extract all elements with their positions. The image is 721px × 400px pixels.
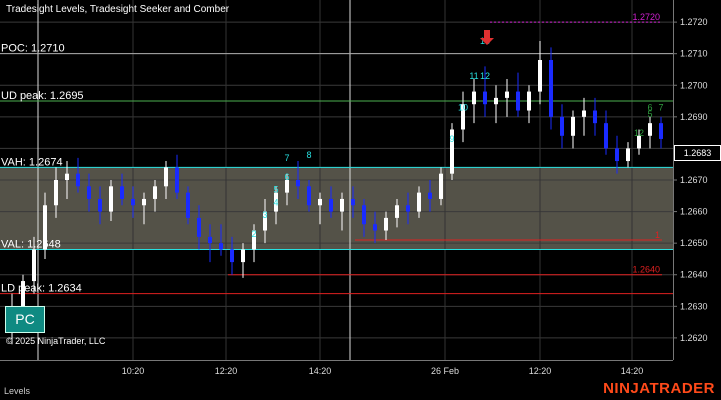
candle-body (538, 60, 542, 92)
count-label: 7 (284, 153, 289, 163)
count-label: 3 (262, 210, 267, 220)
candle-body (406, 205, 410, 212)
candle-body (153, 186, 157, 199)
price-axis[interactable] (673, 0, 721, 360)
candle-body (659, 123, 663, 139)
candle-body (307, 186, 311, 206)
candle-body (43, 205, 47, 250)
level-label: LD peak: 1.2634 (1, 283, 82, 295)
candle-body (219, 243, 223, 250)
time-tick-label: 10:20 (122, 366, 145, 376)
candle-body (329, 198, 333, 212)
count-label: 4 (273, 197, 278, 207)
candle-body (395, 205, 399, 218)
level-label: 1.2720 (632, 12, 660, 22)
candle-body (516, 91, 520, 111)
candle-body (582, 110, 586, 117)
count-label: 5 (273, 185, 278, 195)
time-tick-label: 14:20 (621, 366, 644, 376)
time-tick-label: 14:20 (309, 366, 332, 376)
candle-body (494, 97, 498, 105)
candle-body (417, 192, 421, 212)
copyright-text: © 2025 NinjaTrader, LLC (6, 336, 106, 346)
pc-button[interactable]: PC (5, 306, 45, 333)
candle-body (54, 180, 58, 206)
count-label: 9 (449, 134, 454, 144)
tab-levels[interactable]: Levels (4, 386, 30, 396)
candle-body (505, 91, 509, 98)
candle-body (549, 60, 553, 117)
candle-body (98, 198, 102, 212)
count-label: 12 (480, 71, 490, 81)
candle-body (186, 192, 190, 218)
time-axis[interactable] (0, 360, 673, 361)
candle-body (208, 236, 212, 244)
candle-body (428, 192, 432, 199)
candle-body (626, 148, 630, 162)
candle-body (362, 205, 366, 225)
ninjatrader-logo: NINJATRADER (603, 380, 715, 397)
candle-body (131, 198, 135, 206)
count-label: 12 (634, 128, 644, 138)
level-label: VAL: 1.2648 (1, 238, 61, 250)
candle-body (472, 91, 476, 105)
candle-body (560, 116, 564, 136)
candle-body (373, 224, 377, 231)
level-label: 1 (655, 230, 660, 240)
candle-body (21, 281, 25, 307)
candle-body (76, 173, 80, 187)
count-label: 8 (306, 150, 311, 160)
time-tick-label: 12:20 (215, 366, 238, 376)
candle-body (384, 217, 388, 231)
candle-body (615, 148, 619, 162)
candle-body (604, 123, 608, 149)
count-label: 6 (647, 103, 652, 113)
level-label: 1.2640 (632, 265, 660, 275)
candle-body (527, 91, 531, 111)
candle-body (439, 173, 443, 199)
candle-body (120, 186, 124, 199)
candle-body (197, 217, 201, 237)
candle-body (32, 249, 36, 282)
count-label: 11 (469, 71, 478, 81)
candle-body (340, 198, 344, 212)
candle-body (296, 180, 300, 187)
candle-body (241, 249, 245, 263)
time-tick-label: 12:20 (529, 366, 552, 376)
count-label: 6 (284, 172, 289, 182)
price-chart[interactable]: 1.27301.27201.27101.27001.26901.26801.26… (0, 0, 721, 400)
candle-body (65, 173, 69, 180)
candle-body (87, 186, 91, 199)
candle-body (648, 123, 652, 136)
count-label: 7 (658, 103, 663, 113)
level-label: UD peak: 1.2695 (1, 90, 84, 102)
candle-body (164, 167, 168, 187)
chart-title: Tradesight Levels, Tradesight Seeker and… (6, 4, 230, 15)
candle-body (571, 116, 575, 136)
level-label: VAH: 1.2674 (1, 156, 63, 168)
last-price-marker: 1.2683 (674, 145, 721, 161)
candle-body (483, 91, 487, 105)
count-label: 2 (251, 229, 256, 239)
candle-body (142, 198, 146, 206)
candle-body (230, 249, 234, 263)
time-tick-label: 26 Feb (431, 366, 459, 376)
candle-body (109, 186, 113, 212)
level-label: POC: 1.2710 (1, 43, 65, 55)
count-label: 10 (458, 103, 468, 113)
candle-body (351, 198, 355, 206)
candle-body (318, 198, 322, 206)
candle-body (175, 167, 179, 193)
candle-body (593, 110, 597, 124)
